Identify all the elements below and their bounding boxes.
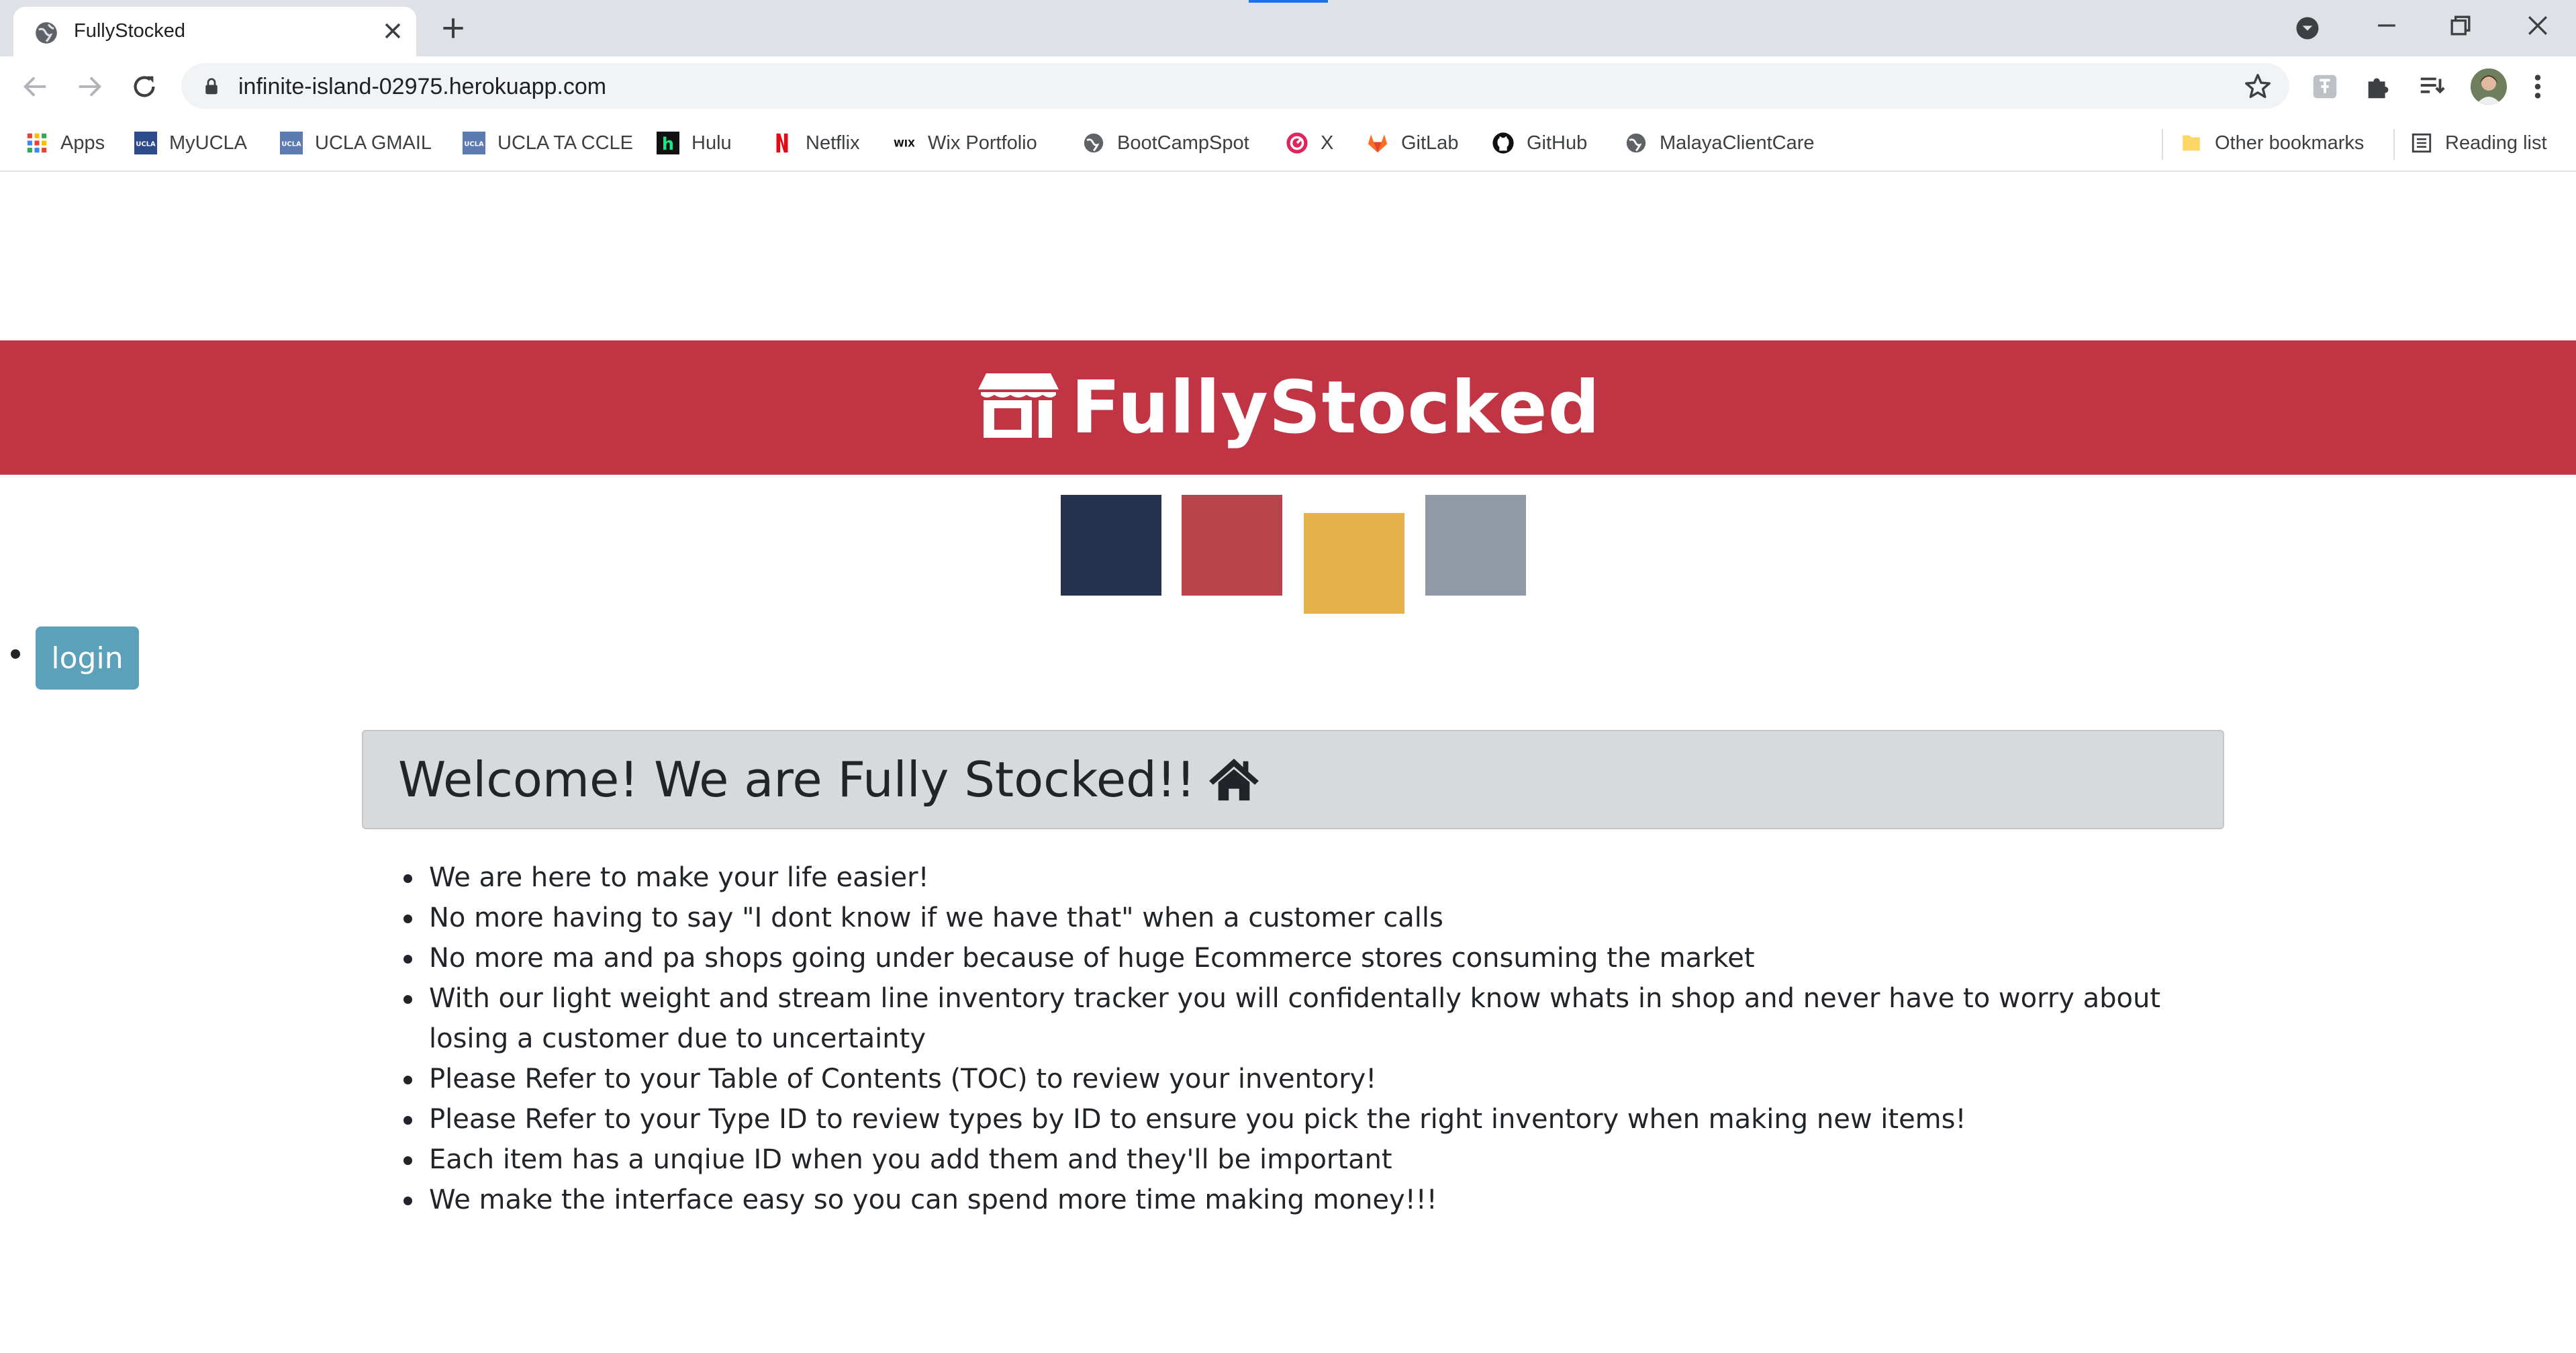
bookmark-label: Wix Portfolio xyxy=(928,132,1037,154)
welcome-title: Welcome! We are Fully Stocked!! xyxy=(398,751,1196,808)
kebab-menu-icon[interactable] xyxy=(2528,71,2548,102)
bookmark-ucla-ta-ccle[interactable]: UCLA UCLA TA CCLE xyxy=(463,126,633,160)
page-content: FullyStocked login Welcome! We are Fully… xyxy=(0,173,2576,1353)
other-bookmarks-label: Other bookmarks xyxy=(2215,132,2365,154)
nav-bullet xyxy=(11,649,20,659)
tab-search-icon[interactable] xyxy=(2293,13,2322,43)
feature-item: Each item has a unqiue ID when you add t… xyxy=(403,1139,2235,1180)
extensions-puzzle-icon[interactable] xyxy=(2363,71,2394,102)
features-list: We are here to make your life easier! No… xyxy=(403,857,2235,1220)
tab-fullystocked[interactable]: FullyStocked xyxy=(13,7,416,56)
ucla-icon: UCLA xyxy=(280,132,303,154)
reading-list-icon xyxy=(2412,133,2432,153)
color-swatch-gray xyxy=(1425,495,1526,596)
ucla-icon: UCLA xyxy=(463,132,485,154)
home-icon xyxy=(1208,758,1259,801)
bookmark-label: UCLA TA CCLE xyxy=(497,132,634,154)
netflix-icon xyxy=(776,133,788,153)
bookmark-bootcampspot[interactable]: BootCampSpot xyxy=(1082,126,1249,160)
bookmark-github[interactable]: GitHub xyxy=(1492,126,1587,160)
apps-grid-icon xyxy=(27,133,47,153)
bookmark-gitlab[interactable]: GitLab xyxy=(1366,126,1458,160)
feature-item: Please Refer to your Type ID to review t… xyxy=(403,1099,2235,1139)
lock-icon[interactable] xyxy=(201,75,222,98)
bookmark-malayaclientcare[interactable]: MalayaClientCare xyxy=(1625,126,1815,160)
bookmark-label: MalayaClientCare xyxy=(1660,132,1815,154)
svg-text:h: h xyxy=(662,134,674,154)
ucla-icon: UCLA xyxy=(134,132,157,154)
back-arrow-icon[interactable] xyxy=(19,71,52,102)
feature-item: Please Refer to your Table of Contents (… xyxy=(403,1059,2235,1099)
tab-drag-indicator xyxy=(1249,0,1328,3)
svg-text:WIX: WIX xyxy=(894,139,915,150)
bookmark-label: Netflix xyxy=(806,132,860,154)
bookmark-label: GitHub xyxy=(1527,132,1588,154)
bookmark-ucla-gmail[interactable]: UCLA UCLA GMAIL xyxy=(280,126,432,160)
close-tab-icon[interactable] xyxy=(379,17,406,44)
bookmark-star-icon[interactable] xyxy=(2242,71,2273,102)
svg-text:UCLA: UCLA xyxy=(281,140,301,148)
bookmark-label: GitLab xyxy=(1401,132,1459,154)
reading-queue-icon[interactable] xyxy=(2417,71,2448,102)
restore-icon[interactable] xyxy=(2444,11,2477,40)
bookmarks-bar: Apps UCLA MyUCLA UCLA UCLA GMAIL UCLA UC… xyxy=(0,117,2576,172)
svg-text:UCLA: UCLA xyxy=(464,140,484,148)
bookmark-wix-portfolio[interactable]: WIX Wix Portfolio xyxy=(893,126,1037,160)
bookmark-apps[interactable]: Apps xyxy=(26,126,105,160)
x-app-icon xyxy=(1286,132,1308,154)
feature-item: No more ma and pa shops going under beca… xyxy=(403,938,2235,978)
minimize-icon[interactable] xyxy=(2370,11,2403,40)
globe-icon xyxy=(36,22,57,44)
folder-icon xyxy=(2183,135,2200,151)
svg-text:UCLA: UCLA xyxy=(136,140,156,148)
color-swatch-red xyxy=(1182,495,1282,596)
browser-chrome: FullyStocked infinite-island-02975.herok… xyxy=(0,0,2576,173)
toolbar: infinite-island-02975.herokuapp.com xyxy=(0,56,2576,117)
gitlab-icon xyxy=(1368,134,1388,153)
bookmark-label: MyUCLA xyxy=(169,132,248,154)
bookmark-netflix[interactable]: Netflix xyxy=(771,126,860,160)
profile-avatar[interactable] xyxy=(2471,68,2507,105)
github-icon xyxy=(1492,132,1514,154)
color-swatch-navy xyxy=(1061,495,1161,596)
welcome-jumbotron: Welcome! We are Fully Stocked!! xyxy=(362,730,2224,829)
bookmark-label: UCLA GMAIL xyxy=(315,132,432,154)
store-icon xyxy=(978,373,1059,438)
extension-translate-icon[interactable] xyxy=(2309,71,2340,102)
bookmarks-divider xyxy=(2162,129,2163,160)
feature-item: We make the interface easy so you can sp… xyxy=(403,1180,2235,1220)
bookmark-label: Hulu xyxy=(691,132,732,154)
feature-item: We are here to make your life easier! xyxy=(403,857,2235,898)
bookmark-label: X xyxy=(1321,132,1334,154)
globe-icon xyxy=(1084,133,1104,153)
new-tab-icon[interactable] xyxy=(436,13,470,43)
feature-item: No more having to say "I dont know if we… xyxy=(403,898,2235,938)
bookmark-x[interactable]: X xyxy=(1286,126,1333,160)
brand-logo[interactable]: FullyStocked xyxy=(975,366,1601,450)
brand-name: FullyStocked xyxy=(1071,365,1601,450)
wix-icon: WIX xyxy=(894,139,915,150)
globe-icon xyxy=(1626,133,1646,153)
tab-title: FullyStocked xyxy=(74,20,186,42)
bookmark-label: BootCampSpot xyxy=(1117,132,1249,154)
bookmark-myucla[interactable]: UCLA MyUCLA xyxy=(134,126,247,160)
other-bookmarks[interactable]: Other bookmarks xyxy=(2180,126,2364,160)
login-button[interactable]: login xyxy=(36,626,139,690)
reading-list[interactable]: Reading list xyxy=(2410,126,2547,160)
hulu-icon: h xyxy=(657,132,679,154)
color-swatch-gold xyxy=(1304,513,1404,614)
profile-photo-icon xyxy=(2471,68,2507,105)
window-close-icon[interactable] xyxy=(2521,11,2555,40)
reading-list-label: Reading list xyxy=(2445,132,2547,154)
bookmarks-divider xyxy=(2393,129,2395,160)
forward-arrow-icon[interactable] xyxy=(73,71,106,102)
feature-item: With our light weight and stream line in… xyxy=(403,978,2235,1059)
bookmark-label: Apps xyxy=(60,132,105,154)
bookmark-hulu[interactable]: h Hulu xyxy=(657,126,732,160)
tab-strip: FullyStocked xyxy=(0,0,2576,56)
url-text[interactable]: infinite-island-02975.herokuapp.com xyxy=(238,74,606,100)
header-banner: FullyStocked xyxy=(0,340,2576,475)
reload-icon[interactable] xyxy=(128,71,161,102)
